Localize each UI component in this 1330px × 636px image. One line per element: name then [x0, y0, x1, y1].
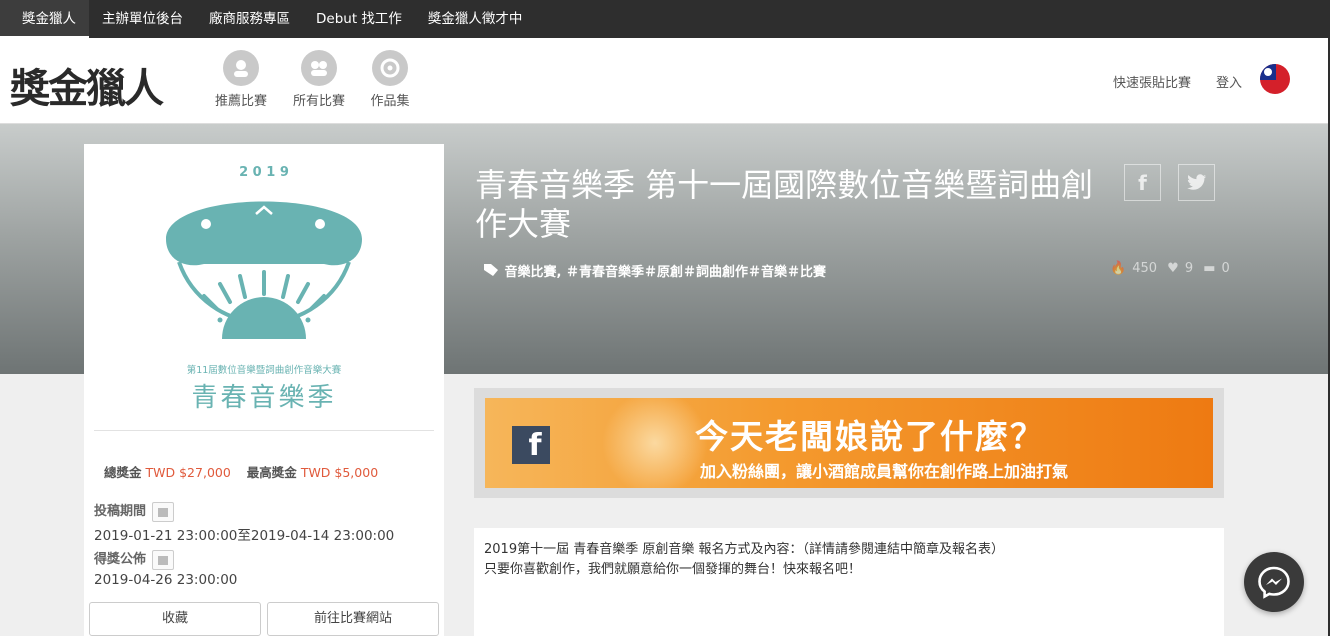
views-count: 450	[1132, 261, 1158, 276]
facebook-logo-letter: f	[528, 428, 542, 463]
facebook-share-button[interactable]: f	[1124, 164, 1161, 201]
ad-banner-container: f 今天老闆娘說了什麼？ 加入粉絲團，讓小酒館成員幫你在創作路上加油打氣	[474, 388, 1224, 498]
likes-count: 9	[1184, 261, 1194, 276]
twitter-share-button[interactable]	[1178, 164, 1215, 201]
topnav-item-organizer[interactable]: 主辦單位後台	[89, 0, 196, 38]
tag-icon	[484, 264, 500, 280]
top-nav: 獎金獵人 主辦單位後台 廠商服務專區 Debut 找工作 獎金獵人徵才中	[0, 0, 1330, 38]
description-line-1: 2019第十一屆 青春音樂季 原創音樂 報名方式及內容：（詳情請參閱連結中簡章及…	[484, 542, 1004, 557]
poster-year: 2 0 1 9	[239, 165, 289, 180]
max-prize-label: 最高獎金	[246, 465, 297, 480]
card-divider	[94, 430, 434, 431]
contest-tags-text[interactable]: 音樂比賽, ＃青春音樂季＃原創＃詞曲創作＃音樂＃比賽	[505, 265, 826, 280]
facebook-logo-icon: f	[512, 426, 550, 464]
poster-title: 青春音樂季	[191, 383, 336, 413]
messenger-chat-button[interactable]	[1244, 552, 1304, 612]
contest-stats: 🔥 450 ♥ 9 ▬ 0	[1110, 261, 1236, 276]
submit-period-value: 2019-01-21 23:00:00至2019-04-14 23:00:00	[94, 528, 395, 544]
prize-info: 總獎金 TWD $27,000 最高獎金 TWD $5,000	[104, 462, 390, 481]
poster-head-shape	[166, 201, 362, 266]
contest-description: 2019第十一屆 青春音樂季 原創音樂 報名方式及內容：（詳情請參閱連結中簡章及…	[474, 528, 1224, 636]
portfolio-icon	[372, 50, 408, 86]
poster-left-eye	[201, 219, 211, 229]
topnav-item-bounty-hunter[interactable]: 獎金獵人	[0, 0, 89, 38]
max-prize-value: TWD $5,000	[300, 465, 379, 480]
facebook-icon: f	[1138, 170, 1147, 195]
messenger-icon	[1258, 566, 1290, 599]
calendar-icon[interactable]	[152, 501, 175, 522]
flag-sun	[1264, 68, 1272, 76]
nav-portfolio-label: 作品集	[370, 94, 410, 109]
twitter-icon	[1186, 173, 1206, 190]
login-link[interactable]: 登入	[1216, 72, 1242, 91]
site-logo[interactable]: 獎金獵人	[10, 56, 164, 114]
nav-all-contests-label: 所有比賽	[292, 94, 345, 109]
total-prize-label: 總獎金	[104, 465, 142, 480]
topnav-item-vendor[interactable]: 廠商服務專區	[196, 0, 303, 38]
nav-portfolio[interactable]: 作品集	[358, 50, 422, 109]
likes-icon: ♥	[1167, 261, 1179, 276]
favorite-button[interactable]: 收藏	[89, 602, 261, 636]
comments-icon: ▬	[1203, 261, 1216, 276]
submit-period-label-row: 投稿期間	[94, 500, 175, 522]
announce-value: 2019-04-26 23:00:00	[94, 572, 238, 588]
fan-page-ad-banner[interactable]: f 今天老闆娘說了什麼？ 加入粉絲團，讓小酒館成員幫你在創作路上加油打氣	[485, 398, 1213, 488]
quick-post-link[interactable]: 快速張貼比賽	[1113, 72, 1191, 91]
contest-tags[interactable]: 音樂比賽, ＃青春音樂季＃原創＃詞曲創作＃音樂＃比賽	[484, 261, 826, 280]
recommend-icon	[223, 50, 259, 86]
nav-recommended-label: 推薦比賽	[214, 94, 267, 109]
contest-poster[interactable]: 2 0 1 9 第11屆數位音樂暨詞曲創作音樂大賽 青春音樂季	[84, 144, 444, 429]
comments-count: 0	[1221, 261, 1230, 276]
total-prize-value: TWD $27,000	[145, 465, 231, 480]
topnav-item-hiring[interactable]: 獎金獵人徵才中	[415, 0, 536, 38]
contest-info-card: 2 0 1 9 第11屆數位音樂暨詞曲創作音樂大賽 青春音樂季 總獎金 TWD $…	[84, 144, 444, 636]
poster-subtitle: 第11屆數位音樂暨詞曲創作音樂大賽	[187, 364, 342, 376]
banner-subtext: 加入粉絲團，讓小酒館成員幫你在創作路上加油打氣	[700, 462, 1069, 481]
announce-label: 得獎公佈	[94, 552, 147, 567]
calendar-icon[interactable]	[152, 549, 175, 570]
description-line-2: 只要你喜歡創作，我們就願意給你一個發揮的舞台！快來報名吧！	[484, 562, 862, 577]
go-to-website-button[interactable]: 前往比賽網站	[267, 602, 439, 636]
taiwan-flag-icon[interactable]	[1260, 64, 1290, 94]
nav-recommended[interactable]: 推薦比賽	[209, 50, 273, 109]
site-header: 獎金獵人 推薦比賽 所有比賽 作品集 快速張貼比賽 登入	[0, 38, 1330, 124]
poster-sun	[222, 297, 306, 339]
announce-label-row: 得獎公佈	[94, 548, 175, 570]
all-contests-icon	[301, 50, 337, 86]
banner-headline: 今天老闆娘說了什麼？	[695, 417, 1045, 456]
poster-right-eye	[315, 219, 325, 229]
submit-period-label: 投稿期間	[94, 504, 147, 519]
topnav-item-debut[interactable]: Debut 找工作	[303, 0, 415, 38]
views-icon: 🔥	[1110, 261, 1127, 276]
contest-title: 青春音樂季 第十一屆國際數位音樂暨詞曲創作大賽	[475, 166, 1094, 243]
nav-all-contests[interactable]: 所有比賽	[287, 50, 351, 109]
